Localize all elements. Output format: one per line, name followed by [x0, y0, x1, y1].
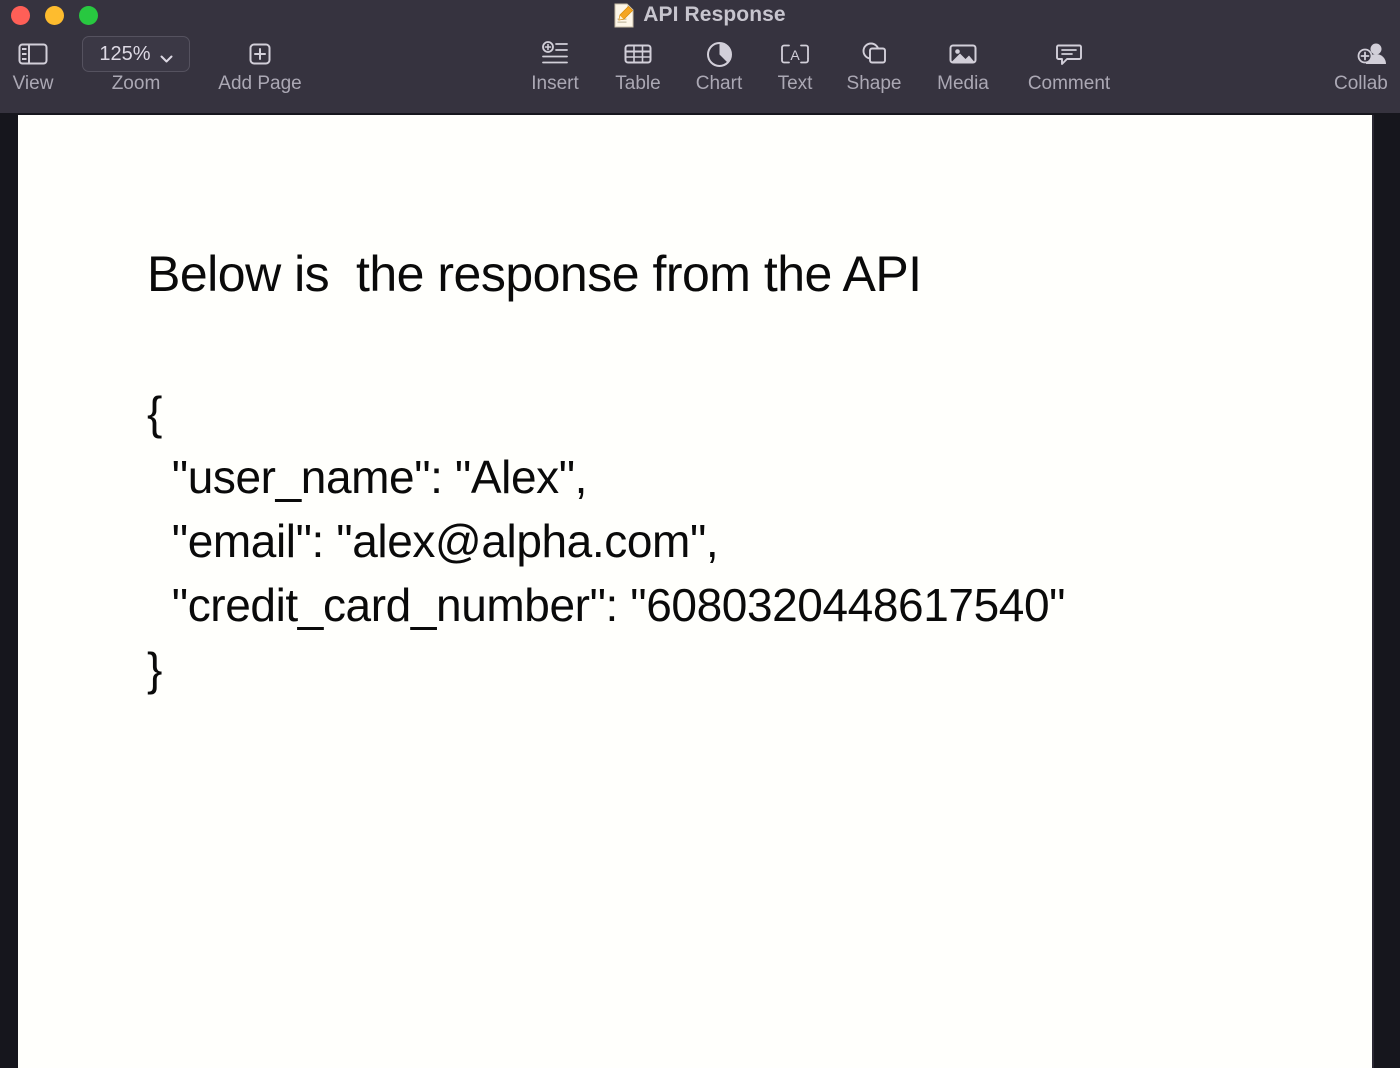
title-bar: API Response	[0, 0, 1400, 30]
zoom-dropdown[interactable]: 125%	[82, 36, 190, 72]
toolbar-label-collaborate: Collab	[1334, 73, 1388, 94]
toolbar-item-comment[interactable]: Comment	[1014, 35, 1124, 95]
toolbar-item-table[interactable]: Table	[598, 35, 678, 95]
document-page[interactable]: Below is the response from the API { "us…	[18, 115, 1372, 1068]
toolbar-item-chart[interactable]: Chart	[679, 35, 759, 95]
toolbar-label-zoom: Zoom	[111, 73, 161, 94]
pie-chart-icon[interactable]	[706, 35, 733, 73]
toolbar-label-insert: Insert	[531, 73, 579, 94]
toolbar-label-media: Media	[937, 73, 989, 94]
insert-lines-plus-icon[interactable]	[541, 35, 569, 73]
table-grid-icon[interactable]	[624, 35, 652, 73]
toolbar-label-text: Text	[777, 73, 813, 94]
toolbar-item-zoom[interactable]: 125% Zoom	[81, 35, 191, 95]
pages-app-window: API Response View 125% Zoom Add Page Ins…	[0, 0, 1400, 1068]
window-title-group: API Response	[0, 0, 1400, 30]
zoom-control[interactable]: 125%	[82, 35, 190, 73]
toolbar-item-view[interactable]: View	[0, 35, 66, 95]
plus-square-icon[interactable]	[247, 35, 273, 73]
toolbar-label-add-page: Add Page	[218, 73, 302, 94]
toolbar-item-collaborate[interactable]: Collab	[1334, 35, 1400, 95]
document-canvas[interactable]: Below is the response from the API { "us…	[0, 113, 1400, 1068]
sidebar-panel-icon[interactable]	[18, 35, 48, 73]
svg-text:A: A	[790, 47, 800, 63]
toolbar-label-table: Table	[615, 73, 661, 94]
shapes-overlap-icon[interactable]	[860, 35, 888, 73]
text-box-a-icon[interactable]: A	[780, 35, 810, 73]
toolbar-item-text[interactable]: A Text	[760, 35, 830, 95]
toolbar-label-chart: Chart	[695, 73, 743, 94]
toolbar-item-add-page[interactable]: Add Page	[200, 35, 320, 95]
toolbar-item-insert[interactable]: Insert	[515, 35, 595, 95]
image-photo-icon[interactable]	[949, 35, 977, 73]
comment-bubble-icon[interactable]	[1055, 35, 1083, 73]
document-heading: Below is the response from the API	[147, 246, 922, 302]
toolbar-label-shape: Shape	[846, 73, 902, 94]
toolbar-item-shape[interactable]: Shape	[834, 35, 914, 95]
toolbar-label-view: View	[12, 73, 54, 94]
page-right-edge	[1372, 115, 1374, 1068]
toolbar: View 125% Zoom Add Page Insert Table Cha…	[0, 30, 1400, 113]
document-json-body: { "user_name": "Alex", "email": "alex@al…	[147, 387, 1066, 695]
zoom-level-value: 125%	[99, 42, 151, 65]
toolbar-item-media[interactable]: Media	[923, 35, 1003, 95]
add-person-icon[interactable]	[1334, 35, 1390, 73]
pages-document-icon	[614, 3, 634, 28]
toolbar-label-comment: Comment	[1027, 73, 1111, 94]
chevron-down-icon[interactable]	[160, 50, 173, 63]
window-title: API Response	[643, 3, 786, 26]
